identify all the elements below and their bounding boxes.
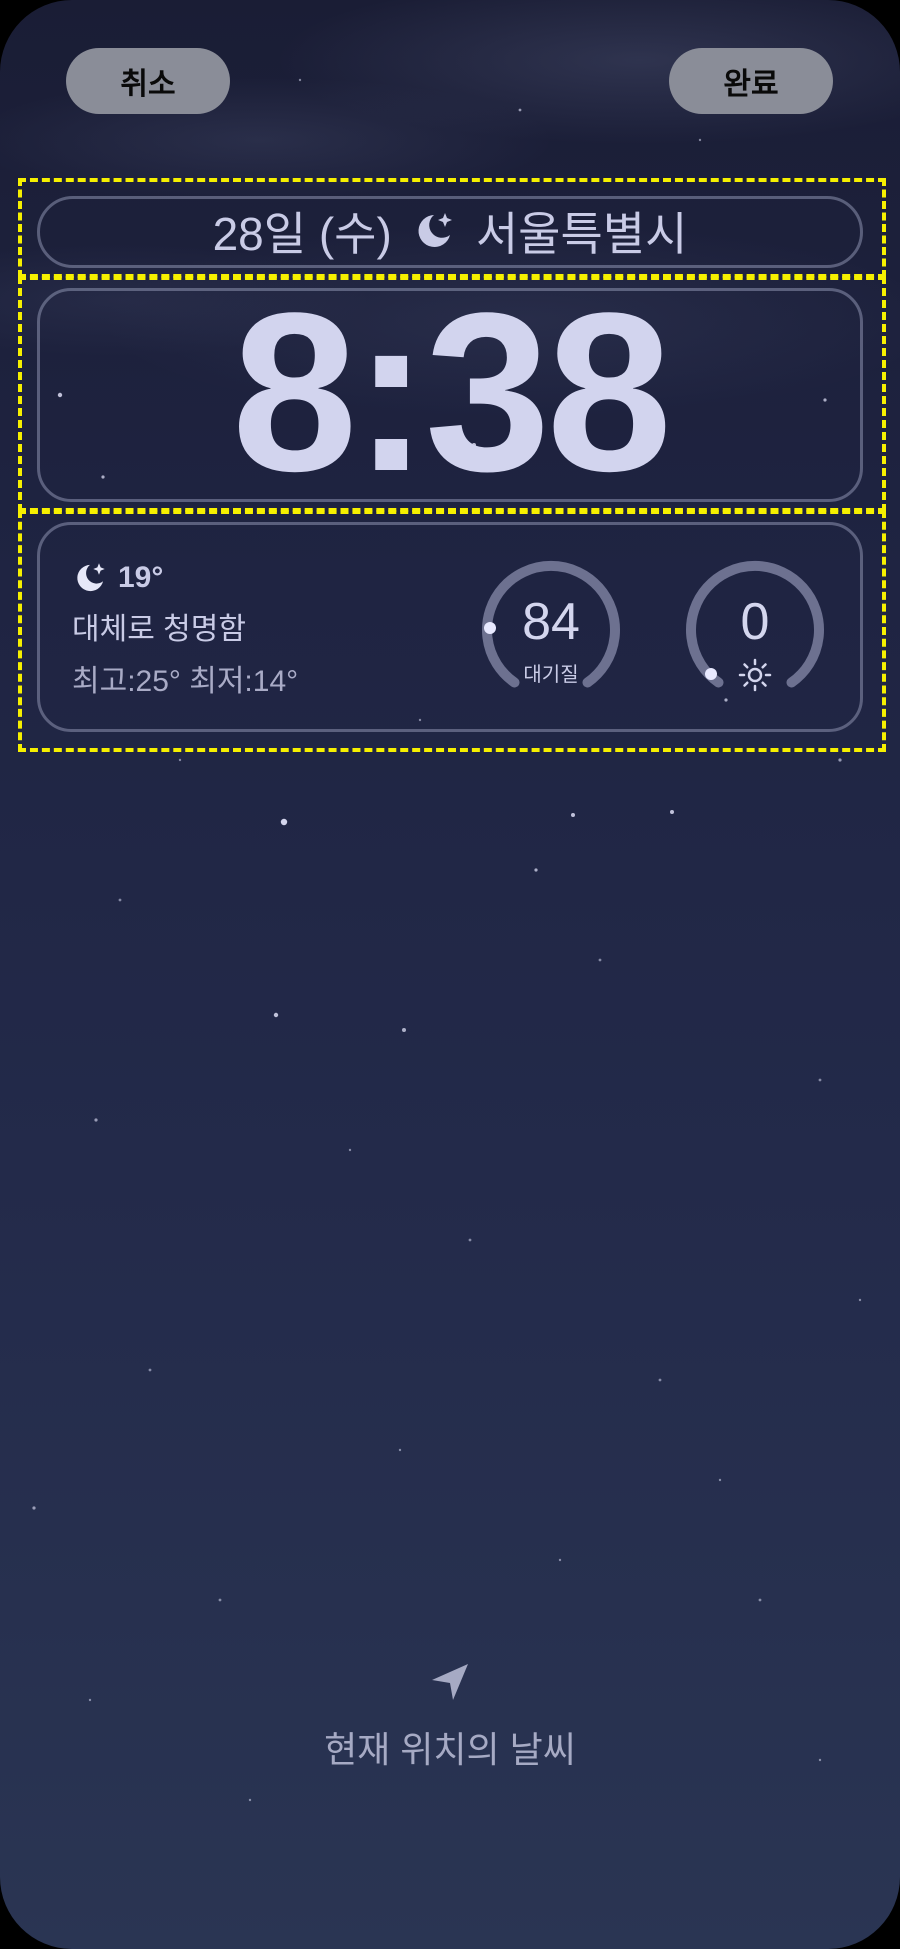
location-arrow-icon	[428, 1660, 472, 1709]
moon-stars-icon	[72, 560, 108, 596]
date-label: 28일 (수)	[212, 208, 392, 260]
city-label: 서울특별시	[475, 208, 688, 260]
date-weather-row[interactable]: 28일 (수) 서울특별시	[40, 196, 860, 266]
air-quality-label: 대기질	[523, 664, 579, 686]
cancel-button[interactable]: 취소	[66, 48, 230, 114]
weather-widget[interactable]: 19° 대체로 청명함 최고:25° 최저:14°	[72, 560, 432, 700]
clock-time[interactable]: 8:38	[40, 279, 860, 505]
uv-index-gauge[interactable]: 0	[685, 558, 825, 698]
location-weather-hint[interactable]: 현재 위치의 날씨	[0, 1660, 900, 1773]
moon-stars-icon	[412, 209, 456, 253]
air-quality-value: 84	[522, 593, 580, 651]
lock-screen-editor: 취소 완료 28일 (수) 서울특별시 8:38 19° 대체로 청명함 최고:…	[0, 0, 900, 1949]
uv-index-value: 0	[740, 593, 770, 651]
air-quality-gauge[interactable]: 84 대기질	[481, 558, 621, 698]
sun-icon	[738, 658, 772, 697]
location-weather-label: 현재 위치의 날씨	[324, 1729, 576, 1770]
temperature: 19°	[118, 561, 164, 594]
done-button[interactable]: 완료	[669, 48, 833, 114]
high-low-temp: 최고:25° 최저:14°	[72, 665, 299, 698]
weather-condition: 대체로 청명함	[72, 613, 246, 646]
